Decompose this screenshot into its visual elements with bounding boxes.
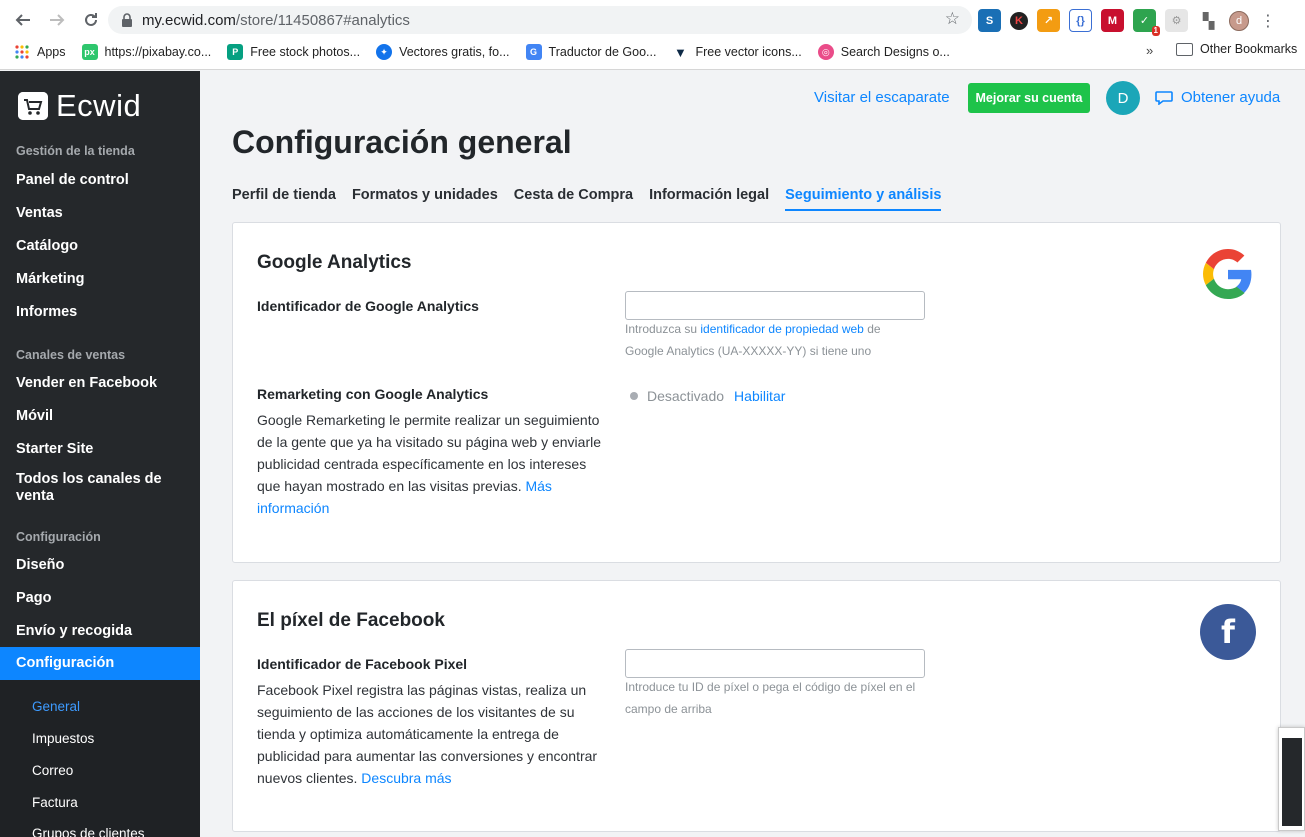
- bookmark-pixabay[interactable]: px https://pixabay.co...: [81, 44, 211, 60]
- back-icon[interactable]: [10, 7, 36, 33]
- apps-grid-icon: [14, 44, 30, 60]
- remarketing-label: Remarketing con Google Analytics: [257, 386, 489, 402]
- extension-k-icon[interactable]: K: [1010, 11, 1028, 30]
- facebook-logo-icon: f: [1200, 604, 1256, 660]
- extensions-bar: S K ↗ {} M ✓ 1 ⚙ ▚ d ⋮: [978, 9, 1276, 36]
- bookmarks-bar: Apps px https://pixabay.co... P Free sto…: [0, 40, 1305, 64]
- bookmark-pexels[interactable]: P Free stock photos...: [227, 44, 360, 60]
- sidebar-item-design[interactable]: Diseño: [16, 557, 191, 574]
- bookmark-dribbble[interactable]: ◎ Search Designs o...: [817, 44, 950, 60]
- tab-cart[interactable]: Cesta de Compra: [514, 187, 633, 211]
- other-bookmarks[interactable]: Other Bookmarks: [1176, 42, 1297, 56]
- extension-gear-icon[interactable]: ⚙: [1165, 9, 1188, 32]
- remarketing-description: Google Remarketing le permite realizar u…: [257, 412, 602, 516]
- fb-pixel-more-link[interactable]: Descubra más: [361, 770, 451, 786]
- google-analytics-card: Google Analytics Identificador de Google…: [232, 222, 1281, 563]
- reload-icon[interactable]: [78, 7, 104, 33]
- thumbnail-preview: [1282, 738, 1302, 826]
- sidebar-item-payment[interactable]: Pago: [16, 590, 191, 607]
- ga-id-hint: Introduzca su identificador de propiedad…: [625, 322, 881, 358]
- sidebar-item-shipping[interactable]: Envío y recogida: [16, 623, 191, 640]
- bookmark-freepik[interactable]: ✦ Vectores gratis, fo...: [376, 44, 510, 60]
- bookmarks-overflow-icon[interactable]: »: [1146, 43, 1153, 58]
- sidebar-item-marketing[interactable]: Márketing: [16, 271, 191, 288]
- fb-pixel-id-input[interactable]: [625, 649, 925, 678]
- extension-chart-icon[interactable]: ↗: [1037, 9, 1060, 32]
- extension-code-icon[interactable]: {}: [1069, 9, 1092, 32]
- lock-icon: [120, 13, 134, 27]
- forward-icon[interactable]: [44, 7, 70, 33]
- fb-pixel-description: Facebook Pixel registra las páginas vist…: [257, 682, 598, 786]
- ecwid-logo[interactable]: Ecwid: [18, 88, 141, 124]
- url-path: /store/11450867#analytics: [235, 11, 410, 29]
- sidebar-item-starter-site[interactable]: Starter Site: [16, 441, 191, 458]
- section-config: Configuración: [16, 530, 101, 544]
- extension-mcafee-icon[interactable]: M: [1101, 9, 1124, 32]
- address-bar[interactable]: my.ecwid.com/store/11450867#analytics ☆: [108, 6, 972, 34]
- extension-s-icon[interactable]: S: [978, 9, 1001, 32]
- property-id-link[interactable]: identificador de propiedad web: [700, 322, 863, 336]
- folder-icon: [1176, 42, 1193, 56]
- submenu-taxes[interactable]: Impuestos: [32, 731, 94, 746]
- freepik-icon: ✦: [376, 44, 393, 60]
- profile-avatar[interactable]: d: [1229, 10, 1249, 31]
- chat-icon: [1155, 90, 1173, 105]
- submenu-mail[interactable]: Correo: [32, 763, 73, 778]
- cart-icon: [18, 92, 48, 120]
- pexels-icon: P: [227, 44, 244, 60]
- nav-buttons: [10, 7, 104, 33]
- facebook-pixel-title: El píxel de Facebook: [257, 610, 445, 631]
- tab-store-profile[interactable]: Perfil de tienda: [232, 187, 336, 211]
- fb-pixel-id-label: Identificador de Facebook Pixel: [257, 656, 468, 672]
- section-store: Gestión de la tienda: [16, 144, 135, 158]
- visit-store-link[interactable]: Visitar el escaparate: [814, 89, 950, 106]
- google-translate-icon: G: [525, 44, 542, 60]
- sidebar-item-all-channels[interactable]: Todos los canales de venta: [16, 471, 166, 505]
- upgrade-button[interactable]: Mejorar su cuenta: [968, 83, 1090, 113]
- ga-id-label: Identificador de Google Analytics: [257, 298, 479, 314]
- sidebar-item-dashboard[interactable]: Panel de control: [16, 172, 191, 189]
- sidebar-item-mobile[interactable]: Móvil: [16, 408, 191, 425]
- tab-formats-units[interactable]: Formatos y unidades: [352, 187, 498, 211]
- browser-chrome: my.ecwid.com/store/11450867#analytics ☆ …: [0, 0, 1305, 70]
- brand-name: Ecwid: [56, 88, 142, 123]
- bookmark-flaticon[interactable]: ▼ Free vector icons...: [672, 44, 802, 60]
- ga-id-input[interactable]: [625, 291, 925, 320]
- tab-tracking-analytics[interactable]: Seguimiento y análisis: [785, 187, 942, 211]
- more-menu-icon[interactable]: ⋮: [1260, 11, 1276, 31]
- page-title: Configuración general: [232, 124, 572, 160]
- sidebar-item-settings[interactable]: Configuración: [0, 647, 200, 680]
- help-link[interactable]: Obtener ayuda: [1155, 89, 1280, 106]
- url-host: my.ecwid.com: [142, 11, 236, 29]
- google-logo-icon: [1203, 249, 1253, 299]
- sidebar: Ecwid Gestión de la tienda Panel de cont…: [0, 71, 200, 837]
- settings-submenu: [0, 680, 200, 837]
- submenu-customer-groups[interactable]: Grupos de clientes: [32, 826, 145, 837]
- extension-check-icon[interactable]: ✓ 1: [1133, 9, 1160, 36]
- flaticon-icon: ▼: [672, 44, 689, 60]
- section-channels: Canales de ventas: [16, 348, 126, 362]
- submenu-invoice[interactable]: Factura: [32, 795, 78, 810]
- fb-pixel-hint: Introduce tu ID de píxel o pega el códig…: [625, 680, 916, 716]
- bookmark-star-icon[interactable]: ☆: [945, 9, 960, 29]
- sidebar-item-facebook[interactable]: Vender en Facebook: [16, 375, 191, 392]
- bookmark-apps[interactable]: Apps: [14, 44, 66, 60]
- remarketing-status: Desactivado Habilitar: [625, 388, 785, 404]
- sidebar-item-catalog[interactable]: Catálogo: [16, 238, 191, 255]
- status-dot-icon: [630, 392, 638, 400]
- facebook-pixel-card: El píxel de Facebook f Identificador de …: [232, 580, 1281, 832]
- bookmark-translate[interactable]: G Traductor de Goo...: [525, 44, 656, 60]
- pixabay-icon: px: [81, 44, 98, 60]
- sidebar-item-sales[interactable]: Ventas: [16, 205, 191, 222]
- screenshot-thumbnail[interactable]: [1278, 727, 1305, 831]
- settings-tabs: Perfil de tienda Formatos y unidades Ces…: [232, 187, 957, 211]
- extension-puzzle-icon[interactable]: ▚: [1197, 9, 1220, 32]
- user-avatar[interactable]: D: [1106, 81, 1140, 115]
- enable-remarketing-link[interactable]: Habilitar: [734, 388, 785, 404]
- tab-legal[interactable]: Información legal: [649, 187, 769, 211]
- dribbble-icon: ◎: [817, 44, 834, 60]
- google-analytics-title: Google Analytics: [257, 252, 412, 273]
- sidebar-item-reports[interactable]: Informes: [16, 304, 191, 321]
- submenu-general[interactable]: General: [32, 699, 80, 714]
